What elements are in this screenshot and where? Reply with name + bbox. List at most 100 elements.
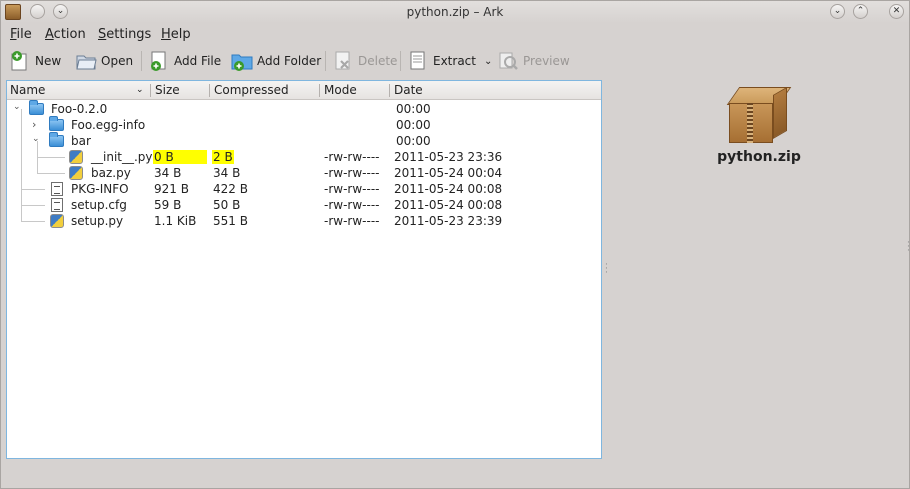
archive-tree-view[interactable]: Name ⌄ Size Compressed Mode Date ⌄ Foo-0… [6, 80, 602, 459]
window-title: python.zip – Ark [406, 5, 504, 19]
row-mode: -rw-rw---- [324, 198, 380, 212]
preview-button[interactable]: Preview [497, 48, 570, 74]
python-file-icon [69, 150, 83, 164]
row-mode: -rw-rw---- [324, 182, 380, 196]
row-compressed: 2 B [212, 150, 234, 164]
row-size: 59 B [154, 198, 182, 212]
column-header-name[interactable]: Name [10, 83, 45, 97]
chevron-down-icon[interactable]: ⌄ [484, 56, 492, 67]
column-divider[interactable] [389, 84, 390, 97]
preview-icon [497, 50, 519, 72]
menu-settings[interactable]: Settings [98, 27, 151, 42]
menu-action[interactable]: Action [45, 27, 86, 42]
column-header-compressed[interactable]: Compressed [214, 83, 289, 97]
collapse-chevron-icon[interactable]: ⌄ [13, 102, 21, 112]
row-date: 2011-05-23 23:39 [394, 214, 503, 228]
row-size: 1.1 KiB [154, 214, 197, 228]
row-name: Foo-0.2.0 [51, 102, 108, 116]
column-divider[interactable] [209, 84, 210, 97]
row-name: bar [71, 134, 91, 148]
row-size: 921 B [154, 182, 189, 196]
row-date: 2011-05-23 23:36 [394, 150, 503, 164]
extract-button[interactable]: Extract ⌄ [407, 48, 492, 74]
row-date: 2011-05-24 00:08 [394, 182, 503, 196]
close-button[interactable]: ✕ [889, 4, 904, 19]
delete-icon [332, 50, 354, 72]
preview-label: Preview [523, 54, 570, 68]
row-size: 0 B [153, 150, 207, 164]
minimize-button[interactable]: ⌄ [830, 4, 845, 19]
row-name: baz.py [91, 166, 131, 180]
row-compressed: 50 B [213, 198, 241, 212]
menu-action-label: ction [53, 27, 86, 42]
new-archive-icon [9, 50, 31, 72]
menu-help[interactable]: Help [161, 27, 191, 42]
tree-row-baz-py[interactable]: baz.py 34 B 34 B -rw-rw---- 2011-05-24 0… [7, 165, 601, 181]
row-compressed: 551 B [213, 214, 248, 228]
menu-settings-label: ettings [106, 27, 152, 42]
menu-bar: File Action Settings Help [1, 24, 909, 44]
menu-help-mnemonic: H [161, 27, 171, 42]
folder-icon [29, 100, 44, 115]
tree-row-foo-0.2.0[interactable]: ⌄ Foo-0.2.0 00:00 [7, 100, 601, 117]
row-size: 34 B [154, 166, 182, 180]
python-file-icon [50, 214, 64, 228]
row-name: Foo.egg-info [71, 118, 146, 132]
add-file-button[interactable]: Add File [148, 48, 221, 74]
folder-icon [49, 116, 64, 131]
column-divider[interactable] [150, 84, 151, 97]
tree-row-setup-py[interactable]: setup.py 1.1 KiB 551 B -rw-rw---- 2011-0… [7, 213, 601, 229]
zipper-stripe [747, 103, 753, 143]
splitter-handle[interactable]: · · · [605, 261, 608, 278]
tree-row-setup-cfg[interactable]: setup.cfg 59 B 50 B -rw-rw---- 2011-05-2… [7, 197, 601, 213]
sort-chevron-icon[interactable]: ⌄ [136, 85, 144, 95]
archive-box-icon [723, 81, 792, 145]
add-folder-button[interactable]: Add Folder [231, 48, 321, 74]
row-compressed: 422 B [213, 182, 248, 196]
toolbar-separator [325, 51, 326, 71]
row-mode: -rw-rw---- [324, 150, 380, 164]
title-bar[interactable]: ⌄ python.zip – Ark ⌄ ⌃ ✕ [1, 1, 909, 23]
open-label: Open [101, 54, 134, 68]
python-file-icon [69, 166, 83, 180]
tree-row-foo-egg-info[interactable]: › Foo.egg-info 00:00 [7, 116, 601, 133]
collapse-chevron-icon[interactable]: ⌄ [32, 134, 40, 144]
ark-window: ⌄ python.zip – Ark ⌄ ⌃ ✕ File Action Set… [0, 0, 910, 489]
row-name: __init__.py [91, 150, 153, 164]
row-date: 00:00 [396, 102, 431, 116]
extract-icon [407, 50, 429, 72]
delete-button[interactable]: Delete [332, 48, 397, 74]
row-date: 00:00 [396, 118, 431, 132]
column-divider[interactable] [319, 84, 320, 97]
row-mode: -rw-rw---- [324, 214, 380, 228]
toolbar-separator [400, 51, 401, 71]
new-label: New [35, 54, 62, 68]
menu-help-label: elp [170, 27, 191, 42]
column-header-date[interactable]: Date [394, 83, 423, 97]
row-name: PKG-INFO [71, 182, 129, 196]
menu-file[interactable]: File [10, 27, 32, 42]
folder-icon [49, 132, 64, 147]
maximize-button[interactable]: ⌃ [853, 4, 868, 19]
main-toolbar: New Open Add File Add Folder Delete Extr… [1, 46, 909, 76]
open-button[interactable]: Open [75, 48, 133, 74]
new-button[interactable]: New [9, 48, 61, 74]
expand-chevron-icon[interactable]: › [32, 118, 36, 131]
delete-label: Delete [358, 54, 398, 68]
add-file-icon [148, 50, 170, 72]
tree-row-pkg-info[interactable]: PKG-INFO 921 B 422 B -rw-rw---- 2011-05-… [7, 181, 601, 197]
tree-row-bar[interactable]: ⌄ bar 00:00 [7, 132, 601, 149]
column-header-size[interactable]: Size [155, 83, 180, 97]
toolbar-separator [141, 51, 142, 71]
add-folder-label: Add Folder [257, 54, 322, 68]
preview-filename: python.zip [717, 149, 801, 165]
row-date: 2011-05-24 00:08 [394, 198, 503, 212]
menu-file-label: ile [16, 27, 32, 42]
text-file-icon [51, 182, 63, 196]
resize-handle[interactable]: · · · [907, 239, 910, 256]
tree-row-init-py[interactable]: __init__.py 0 B 2 B -rw-rw---- 2011-05-2… [7, 149, 601, 165]
column-header-mode[interactable]: Mode [324, 83, 357, 97]
row-compressed: 34 B [213, 166, 241, 180]
text-file-icon [51, 198, 63, 212]
box-side-face [773, 86, 787, 139]
